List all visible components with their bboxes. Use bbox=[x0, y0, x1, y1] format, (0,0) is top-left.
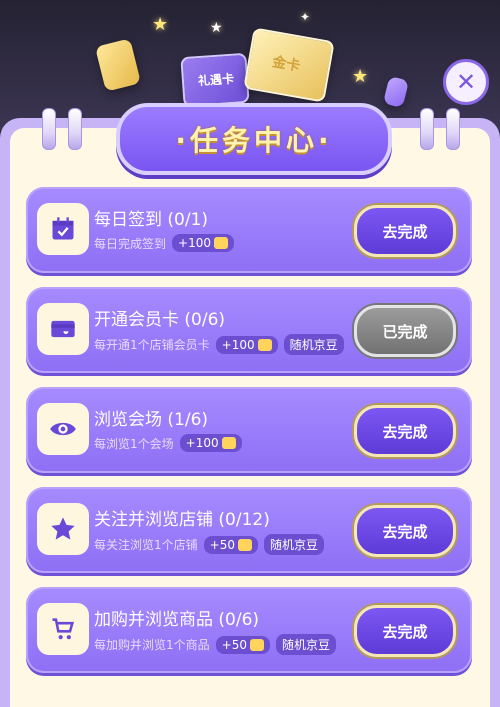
task-subline: 每关注浏览1个店铺 +50 随机京豆 bbox=[94, 534, 324, 555]
close-button[interactable]: ✕ bbox=[443, 59, 489, 105]
binder-ring bbox=[42, 108, 56, 150]
binder-ring bbox=[446, 108, 460, 150]
reward-badge: +50 bbox=[215, 635, 270, 654]
task-item-add-to-cart: 加购并浏览商品 (0/6) 每加购并浏览1个商品 +50 随机京豆 去完成 bbox=[26, 587, 472, 673]
crown-coin-icon bbox=[249, 638, 264, 651]
crown-coin-icon bbox=[257, 338, 272, 351]
task-item-membership-card: 开通会员卡 (0/6) 每开通1个店铺会员卡 +100 随机京豆 已完成 bbox=[26, 287, 472, 373]
task-subline: 每开通1个店铺会员卡 +100 随机京豆 bbox=[94, 334, 344, 355]
bonus-beans-badge: 随机京豆 bbox=[275, 634, 336, 655]
membership-card-icon bbox=[37, 303, 89, 355]
sparkle-decoration-icon: ✦ bbox=[300, 10, 311, 24]
purple-gift-card-decoration: 礼遇卡 bbox=[180, 52, 250, 108]
gift-card-label: 礼遇卡 bbox=[197, 71, 235, 89]
task-description: 每关注浏览1个店铺 bbox=[94, 538, 198, 552]
binder-ring bbox=[68, 108, 82, 150]
crown-coin-icon bbox=[213, 237, 228, 249]
reward-amount: +100 bbox=[221, 337, 255, 352]
cart-icon bbox=[37, 603, 89, 655]
crown-coin-icon bbox=[221, 437, 236, 449]
task-subline: 每日完成签到 +100 bbox=[94, 234, 234, 252]
complete-task-button[interactable]: 去完成 bbox=[354, 505, 456, 557]
completed-task-button[interactable]: 已完成 bbox=[354, 305, 456, 357]
gold-card-label: 金卡 bbox=[270, 54, 302, 75]
star-decoration-icon: ★ bbox=[152, 14, 169, 35]
task-title: 开通会员卡 (0/6) bbox=[94, 310, 226, 330]
title-banner: ·任务中心· bbox=[116, 103, 392, 175]
task-title: 浏览会场 (1/6) bbox=[94, 410, 209, 430]
task-description: 每浏览1个会场 bbox=[94, 436, 174, 451]
complete-task-button[interactable]: 去完成 bbox=[354, 405, 456, 457]
close-icon: ✕ bbox=[455, 68, 477, 96]
reward-badge: +100 bbox=[179, 434, 242, 452]
task-item-follow-shop: 关注并浏览店铺 (0/12) 每关注浏览1个店铺 +50 随机京豆 去完成 bbox=[26, 487, 472, 573]
eye-icon bbox=[37, 403, 89, 455]
page-title: ·任务中心· bbox=[175, 124, 333, 157]
star-decoration-icon: ★ bbox=[352, 66, 369, 87]
reward-badge: +50 bbox=[203, 535, 258, 554]
task-subline: 每浏览1个会场 +100 bbox=[94, 434, 242, 452]
reward-badge: +100 bbox=[172, 234, 234, 252]
task-title: 加购并浏览商品 (0/6) bbox=[94, 610, 260, 630]
task-description: 每加购并浏览1个商品 bbox=[94, 638, 210, 652]
complete-task-button[interactable]: 去完成 bbox=[354, 205, 456, 257]
bonus-beans-badge: 随机京豆 bbox=[263, 534, 324, 555]
star-icon bbox=[37, 503, 89, 555]
complete-task-button[interactable]: 去完成 bbox=[354, 605, 456, 657]
reward-badge: +100 bbox=[215, 335, 278, 354]
task-title: 关注并浏览店铺 (0/12) bbox=[94, 510, 270, 530]
task-description: 每日完成签到 bbox=[94, 236, 167, 251]
task-title: 每日签到 (0/1) bbox=[94, 210, 209, 230]
task-item-browse-venue: 浏览会场 (1/6) 每浏览1个会场 +100 去完成 bbox=[26, 387, 472, 473]
reward-amount: +100 bbox=[185, 436, 219, 450]
binder-ring bbox=[420, 108, 434, 150]
task-item-daily-signin: 每日签到 (0/1) 每日完成签到 +100 去完成 bbox=[26, 187, 472, 273]
reward-amount: +50 bbox=[221, 637, 247, 652]
star-decoration-icon: ★ bbox=[210, 20, 223, 36]
reward-amount: +100 bbox=[178, 236, 211, 250]
reward-amount: +50 bbox=[209, 537, 235, 552]
task-subline: 每加购并浏览1个商品 +50 随机京豆 bbox=[94, 634, 336, 655]
task-description: 每开通1个店铺会员卡 bbox=[94, 338, 210, 352]
bonus-beans-badge: 随机京豆 bbox=[283, 334, 344, 355]
calendar-check-icon bbox=[37, 203, 89, 255]
crown-coin-icon bbox=[237, 538, 252, 551]
